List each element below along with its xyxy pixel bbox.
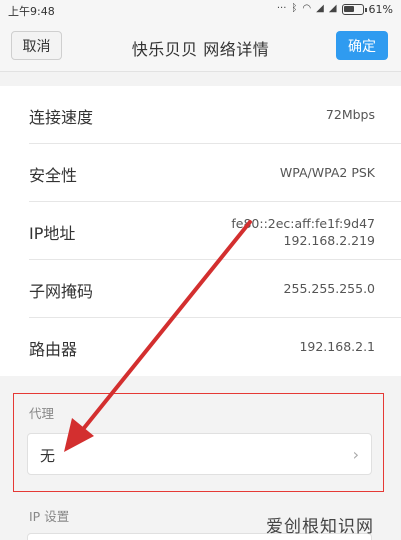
detail-value: fe80::2ec:aff:fe1f:9d47 192.168.2.219	[231, 215, 375, 249]
title-bar: 取消 快乐贝贝 网络详情 确定	[0, 20, 401, 72]
wifi-icon: ◠	[302, 3, 312, 14]
battery-fill	[343, 5, 354, 12]
ipv4-address: 192.168.2.219	[283, 233, 375, 248]
status-bar: 上午9:48 ··· ᛒ ◠ ◢ ◢ 61%	[0, 0, 401, 20]
watermark: 爱创根知识网	[266, 517, 374, 537]
detail-row-security: 安全性 WPA/WPA2 PSK	[0, 144, 401, 202]
status-time: 上午9:48	[8, 5, 55, 18]
detail-row-netmask: 子网掩码 255.255.255.0	[0, 260, 401, 318]
status-icons: ··· ᛒ ◠ ◢ ◢ 61%	[277, 2, 393, 16]
more-dots-icon: ···	[276, 3, 287, 14]
signal-icon: ◢	[316, 3, 324, 14]
bluetooth-icon: ᛒ	[291, 3, 298, 14]
signal-icon: ◢	[328, 3, 337, 14]
detail-row-speed: 连接速度 72Mbps	[0, 86, 401, 144]
detail-value: 192.168.2.1	[299, 339, 375, 354]
ipv6-address: fe80::2ec:aff:fe1f:9d47	[231, 216, 375, 231]
battery-icon	[341, 3, 367, 15]
detail-key: 安全性	[29, 166, 78, 185]
detail-value: WPA/WPA2 PSK	[279, 165, 375, 180]
detail-key: 连接速度	[29, 108, 94, 127]
detail-value: 72Mbps	[325, 107, 375, 122]
detail-row-ip: IP地址 fe80::2ec:aff:fe1f:9d47 192.168.2.2…	[0, 202, 401, 260]
annotation-highlight-box	[13, 393, 384, 492]
battery-percent: 61%	[368, 2, 393, 16]
detail-key: 子网掩码	[29, 282, 94, 301]
detail-key: 路由器	[29, 340, 78, 359]
ip-settings-label: IP 设置	[29, 509, 70, 524]
network-details-list: 连接速度 72Mbps 安全性 WPA/WPA2 PSK IP地址 fe80::…	[0, 86, 401, 376]
detail-key: IP地址	[29, 224, 76, 243]
confirm-button[interactable]: 确定	[336, 31, 388, 60]
detail-value: 255.255.255.0	[283, 281, 375, 296]
detail-row-router: 路由器 192.168.2.1	[0, 318, 401, 376]
